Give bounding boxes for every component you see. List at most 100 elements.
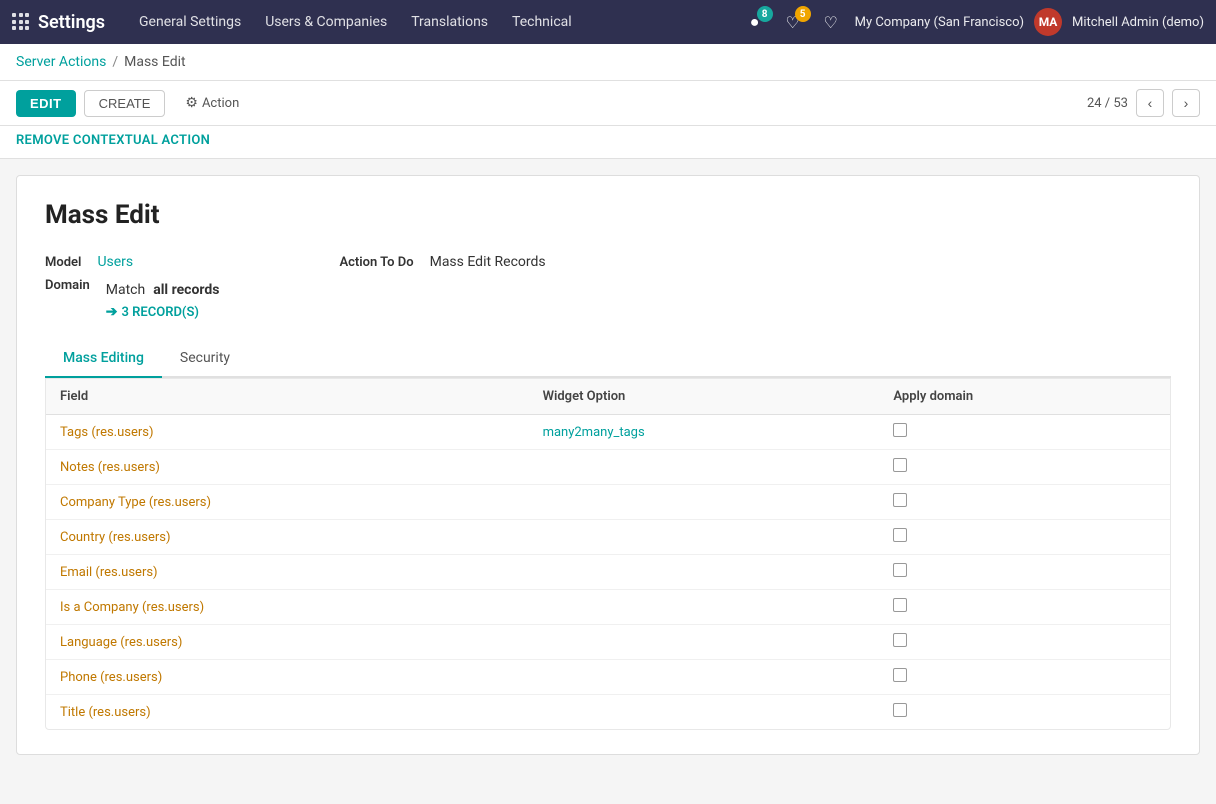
pagination: 24 / 53 ‹ › xyxy=(1087,89,1200,117)
record-card: Mass Edit Model Users Domain Match all r… xyxy=(16,175,1200,755)
brand-label: Settings xyxy=(38,12,105,33)
tabs-bar: Mass Editing Security xyxy=(45,340,1171,378)
top-navigation: Settings General Settings Users & Compan… xyxy=(0,0,1216,44)
clock-badge-icon[interactable]: ● 8 xyxy=(741,8,769,36)
domain-label: Domain xyxy=(45,278,90,293)
cell-widget xyxy=(529,660,880,695)
menu-translations[interactable]: Translations xyxy=(401,10,498,34)
cell-apply-domain[interactable] xyxy=(879,695,1170,730)
table-row: Language (res.users) xyxy=(46,625,1170,660)
cell-field[interactable]: Phone (res.users) xyxy=(46,660,529,695)
user-avatar[interactable]: MA xyxy=(1034,8,1062,36)
gear-icon: ⚙ xyxy=(185,95,198,111)
cell-apply-domain[interactable] xyxy=(879,660,1170,695)
table-row: Country (res.users) xyxy=(46,520,1170,555)
domain-prefix: Match xyxy=(106,282,145,298)
cell-apply-domain[interactable] xyxy=(879,520,1170,555)
table-row: Phone (res.users) xyxy=(46,660,1170,695)
next-page-button[interactable]: › xyxy=(1172,89,1200,117)
remove-contextual-action-link[interactable]: REMOVE CONTEXTUAL ACTION xyxy=(16,133,210,148)
cell-apply-domain[interactable] xyxy=(879,625,1170,660)
cell-apply-domain[interactable] xyxy=(879,450,1170,485)
clock-badge-count: 8 xyxy=(757,6,773,22)
table-header-row: Field Widget Option Apply domain xyxy=(46,379,1170,415)
table-row: Notes (res.users) xyxy=(46,450,1170,485)
cell-field[interactable]: Tags (res.users) xyxy=(46,415,529,450)
action-to-do-value: Mass Edit Records xyxy=(430,254,546,270)
table-row: Is a Company (res.users) xyxy=(46,590,1170,625)
model-value[interactable]: Users xyxy=(97,254,133,270)
apply-domain-checkbox[interactable] xyxy=(893,528,907,542)
action-bar: REMOVE CONTEXTUAL ACTION xyxy=(0,126,1216,159)
breadcrumb-separator: / xyxy=(112,54,118,70)
cell-widget xyxy=(529,485,880,520)
model-label: Model xyxy=(45,255,81,270)
pagination-text: 24 / 53 xyxy=(1087,96,1128,111)
breadcrumb-current: Mass Edit xyxy=(124,54,185,70)
user-label[interactable]: Mitchell Admin (demo) xyxy=(1072,15,1204,30)
app-brand[interactable]: Settings xyxy=(12,12,105,33)
apply-domain-checkbox[interactable] xyxy=(893,458,907,472)
cell-widget xyxy=(529,695,880,730)
cell-field[interactable]: Title (res.users) xyxy=(46,695,529,730)
create-button[interactable]: CREATE xyxy=(84,90,166,117)
cell-widget xyxy=(529,625,880,660)
column-field: Field xyxy=(46,379,529,415)
table-row: Company Type (res.users) xyxy=(46,485,1170,520)
gift-icon[interactable]: ♡ xyxy=(817,8,845,36)
apply-domain-checkbox[interactable] xyxy=(893,563,907,577)
cell-field[interactable]: Company Type (res.users) xyxy=(46,485,529,520)
action-label: Action xyxy=(202,96,239,111)
apps-icon xyxy=(12,13,30,31)
cell-widget: many2many_tags xyxy=(529,415,880,450)
tab-mass-editing[interactable]: Mass Editing xyxy=(45,340,162,378)
chat-badge-count: 5 xyxy=(795,6,811,22)
menu-general-settings[interactable]: General Settings xyxy=(129,10,251,34)
cell-widget xyxy=(529,450,880,485)
table-row: Email (res.users) xyxy=(46,555,1170,590)
tab-security[interactable]: Security xyxy=(162,340,248,378)
cell-field[interactable]: Country (res.users) xyxy=(46,520,529,555)
main-content: Mass Edit Model Users Domain Match all r… xyxy=(0,159,1216,771)
action-dropdown[interactable]: ⚙ Action xyxy=(185,95,239,111)
record-title: Mass Edit xyxy=(45,200,1171,230)
prev-page-button[interactable]: ‹ xyxy=(1136,89,1164,117)
apply-domain-checkbox[interactable] xyxy=(893,668,907,682)
cell-apply-domain[interactable] xyxy=(879,555,1170,590)
cell-widget xyxy=(529,590,880,625)
apply-domain-checkbox[interactable] xyxy=(893,598,907,612)
cell-field[interactable]: Email (res.users) xyxy=(46,555,529,590)
apply-domain-checkbox[interactable] xyxy=(893,633,907,647)
cell-apply-domain[interactable] xyxy=(879,415,1170,450)
breadcrumb: Server Actions / Mass Edit xyxy=(0,44,1216,81)
cell-apply-domain[interactable] xyxy=(879,590,1170,625)
records-count-text: 3 RECORD(S) xyxy=(121,305,198,320)
column-widget: Widget Option xyxy=(529,379,880,415)
cell-field[interactable]: Is a Company (res.users) xyxy=(46,590,529,625)
table-row: Tags (res.users)many2many_tags xyxy=(46,415,1170,450)
chat-badge-icon[interactable]: ♡ 5 xyxy=(779,8,807,36)
company-label[interactable]: My Company (San Francisco) xyxy=(855,15,1024,30)
action-to-do-label: Action To Do xyxy=(339,255,413,270)
breadcrumb-parent-link[interactable]: Server Actions xyxy=(16,54,106,70)
apply-domain-checkbox[interactable] xyxy=(893,423,907,437)
menu-technical[interactable]: Technical xyxy=(502,10,582,34)
cell-widget xyxy=(529,520,880,555)
edit-button[interactable]: EDIT xyxy=(16,90,76,117)
menu-users-companies[interactable]: Users & Companies xyxy=(255,10,397,34)
apply-domain-checkbox[interactable] xyxy=(893,493,907,507)
cell-field[interactable]: Notes (res.users) xyxy=(46,450,529,485)
cell-widget xyxy=(529,555,880,590)
topnav-right: ● 8 ♡ 5 ♡ My Company (San Francisco) MA … xyxy=(741,8,1204,36)
cell-apply-domain[interactable] xyxy=(879,485,1170,520)
apply-domain-checkbox[interactable] xyxy=(893,703,907,717)
top-menu: General Settings Users & Companies Trans… xyxy=(129,10,725,34)
mass-editing-table: Field Widget Option Apply domain Tags (r… xyxy=(45,378,1171,730)
column-apply-domain: Apply domain xyxy=(879,379,1170,415)
records-count-link[interactable]: ➔ 3 RECORD(S) xyxy=(106,304,220,320)
toolbar: EDIT CREATE ⚙ Action 24 / 53 ‹ › xyxy=(0,81,1216,126)
table-row: Title (res.users) xyxy=(46,695,1170,730)
domain-bold: all records xyxy=(153,282,219,298)
arrow-icon: ➔ xyxy=(106,304,118,320)
cell-field[interactable]: Language (res.users) xyxy=(46,625,529,660)
